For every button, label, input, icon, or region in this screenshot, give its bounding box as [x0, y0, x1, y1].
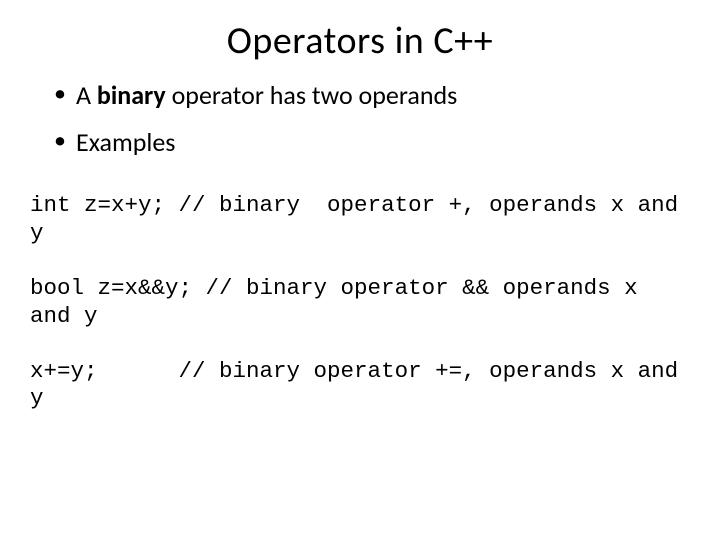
code-line: int z=x+y; // binary operator +, operand… — [30, 192, 690, 247]
bullet-text-pre: A — [76, 79, 97, 111]
bullet-item: Examples — [54, 125, 680, 160]
bullet-list: A binary operator has two operands Examp… — [0, 78, 720, 160]
bullet-text-post: operator has two operands — [166, 79, 458, 111]
slide-title: Operators in C++ — [0, 18, 720, 64]
code-block: int z=x+y; // binary operator +, operand… — [30, 192, 690, 413]
bullet-text-pre: Examples — [76, 126, 175, 158]
code-line: bool z=x&&y; // binary operator && opera… — [30, 275, 690, 330]
code-seg: int z=x+y; — [30, 192, 165, 218]
slide: Operators in C++ A binary operator has t… — [0, 18, 720, 540]
bullet-text-bold: binary — [97, 79, 166, 111]
code-line: x+=y; // binary operator +=, operands x … — [30, 358, 690, 413]
code-seg: bool z=x&&y; — [30, 275, 192, 301]
code-seg: x+=y; — [30, 358, 179, 384]
bullet-item: A binary operator has two operands — [54, 78, 680, 113]
